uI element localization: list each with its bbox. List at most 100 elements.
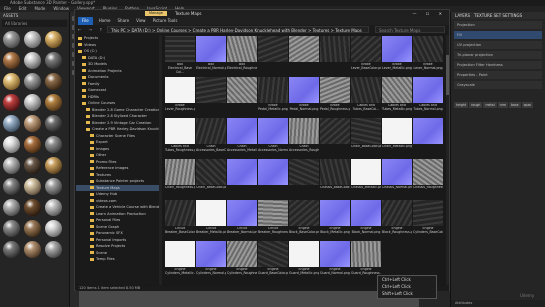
- material-preview-icon[interactable]: [45, 220, 62, 237]
- file-tile[interactable]: [227, 159, 257, 197]
- file-tile[interactable]: Engine Guard_Metallic.png: [289, 241, 319, 279]
- assets-filter[interactable]: All libraries: [2, 20, 67, 27]
- file-tile[interactable]: Chain Accessories_Metallic.png: [227, 118, 257, 156]
- file-tile[interactable]: Chain Accessories_Roughness.png: [289, 118, 319, 156]
- menu-item[interactable]: Window: [53, 6, 69, 11]
- channel-chip[interactable]: metal: [483, 102, 497, 108]
- file-tile[interactable]: Box Electrical_Normal.png: [196, 36, 226, 74]
- file-tile[interactable]: Circuit Breaker_Normal.png: [227, 200, 257, 238]
- file-tile[interactable]: Engine Block_Roughness.png: [382, 200, 412, 238]
- window-controls[interactable]: — ☐ ✕: [413, 10, 446, 17]
- material-preview-icon[interactable]: [24, 52, 41, 69]
- file-tile[interactable]: Brake Pedal_Normal.png: [289, 77, 319, 115]
- channel-chip[interactable]: height: [454, 102, 469, 108]
- file-tile[interactable]: Chassis_Roughness.png: [413, 159, 443, 197]
- file-tile[interactable]: Circuit Breaker_Roughness.png: [258, 200, 288, 238]
- property-row[interactable]: Grayscale: [454, 81, 542, 89]
- file-tile[interactable]: Engine Guard_BaseColor.png: [258, 241, 288, 279]
- property-row[interactable]: Projection Filter Hardness: [454, 61, 542, 69]
- property-row[interactable]: Projection: [454, 21, 542, 29]
- ribbon-tab[interactable]: View: [136, 18, 146, 23]
- file-tile[interactable]: Chassis_Metallic.png: [351, 159, 381, 197]
- file-tile[interactable]: Engine Cylinders_Normal.png: [196, 241, 226, 279]
- material-preview-icon[interactable]: [45, 31, 62, 48]
- material-preview-icon[interactable]: [3, 94, 20, 111]
- grid-scrollbar[interactable]: [446, 35, 449, 285]
- file-tile[interactable]: Engine Block_BaseColor.png: [289, 200, 319, 238]
- file-tile[interactable]: Brake Pedal_Roughness.png: [320, 77, 350, 115]
- file-tile[interactable]: Cables and Tubes_Roughness.png: [165, 118, 195, 156]
- material-preview-icon[interactable]: [45, 136, 62, 153]
- property-row[interactable]: Fill: [454, 31, 542, 39]
- channel-chip[interactable]: opac: [521, 102, 534, 108]
- material-preview-icon[interactable]: [3, 178, 20, 195]
- channel-chip[interactable]: rough: [469, 102, 483, 108]
- material-preview-icon[interactable]: [45, 199, 62, 216]
- file-tile[interactable]: Chain_BaseColor.png: [196, 159, 226, 197]
- material-preview-icon[interactable]: [45, 115, 62, 132]
- material-preview-icon[interactable]: [24, 157, 41, 174]
- file-tile[interactable]: Engine Block_Metallic.png: [320, 200, 350, 238]
- property-row[interactable]: Tri-planar projection: [454, 51, 542, 59]
- material-preview-icon[interactable]: [45, 94, 62, 111]
- material-preview-icon[interactable]: [24, 94, 41, 111]
- material-preview-icon[interactable]: [24, 136, 41, 153]
- menu-item[interactable]: Mode: [34, 6, 45, 11]
- material-preview-icon[interactable]: [45, 73, 62, 90]
- material-preview-icon[interactable]: [45, 52, 62, 69]
- material-preview-icon[interactable]: [45, 178, 62, 195]
- material-preview-icon[interactable]: [3, 52, 20, 69]
- menu-item[interactable]: File: [4, 6, 11, 11]
- material-preview-icon[interactable]: [24, 73, 41, 90]
- file-tile[interactable]: Chassis_BaseColor.png: [320, 159, 350, 197]
- file-tile[interactable]: Chassis_Normal.png: [382, 159, 412, 197]
- file-tile[interactable]: [320, 118, 350, 156]
- file-tile[interactable]: [289, 36, 319, 74]
- material-preview-icon[interactable]: [24, 31, 41, 48]
- ribbon-tab[interactable]: Picture Tools: [153, 18, 178, 23]
- file-tile[interactable]: Box Electrical_Roughne...: [227, 36, 257, 74]
- attributes-bar[interactable]: Attributes: [451, 300, 545, 307]
- file-tile[interactable]: [413, 118, 443, 156]
- file-tile[interactable]: Circuit Breaker_BaseColor.png: [165, 200, 195, 238]
- search-input[interactable]: Search Texture Maps: [375, 26, 445, 33]
- file-tile[interactable]: [196, 77, 226, 115]
- material-preview-icon[interactable]: [3, 115, 20, 132]
- file-tile[interactable]: Box Electrical_Base Col...: [165, 36, 195, 74]
- file-tile[interactable]: Engine Guard_Roughness.png: [351, 241, 381, 279]
- panel-tab[interactable]: LAYERS: [455, 13, 470, 18]
- material-preview-icon[interactable]: [24, 199, 41, 216]
- file-tile[interactable]: [258, 159, 288, 197]
- file-tile[interactable]: Engine Cylinders_Metallic.png: [165, 241, 195, 279]
- material-preview-icon[interactable]: [3, 157, 20, 174]
- file-tile[interactable]: Brake Lever_Roughness.png: [165, 77, 195, 115]
- material-preview-icon[interactable]: [24, 241, 41, 258]
- file-tile[interactable]: Brake Lever_Normal.png: [413, 36, 443, 74]
- material-preview-icon[interactable]: [24, 178, 41, 195]
- material-preview-icon[interactable]: [3, 73, 20, 90]
- ribbon-tab[interactable]: Home: [99, 18, 111, 23]
- path-field[interactable]: This PC > DATA (D:) > Online Courses > C…: [107, 26, 369, 33]
- file-tile[interactable]: Cables and Tubes_BaseCol...: [351, 77, 381, 115]
- material-preview-icon[interactable]: [24, 220, 41, 237]
- file-tile[interactable]: [227, 77, 257, 115]
- material-preview-icon[interactable]: [3, 220, 20, 237]
- material-preview-icon[interactable]: [3, 241, 20, 258]
- material-preview-icon[interactable]: [45, 241, 62, 258]
- file-tile[interactable]: Engine Block_Normal.png: [351, 200, 381, 238]
- property-row[interactable]: UV projection: [454, 41, 542, 49]
- file-tile[interactable]: Chain_Metallic.png: [382, 118, 412, 156]
- material-preview-icon[interactable]: [3, 31, 20, 48]
- file-tile[interactable]: Engine Guard_Normal.png: [320, 241, 350, 279]
- file-tile[interactable]: Brake Lever_BaseColor.png: [351, 36, 381, 74]
- file-tile[interactable]: Brake Lever_Metallic.png: [382, 36, 412, 74]
- file-tile[interactable]: Chain Accessories_BaseColor.png: [196, 118, 226, 156]
- file-tile[interactable]: [289, 159, 319, 197]
- file-tile[interactable]: Chain_BaseColor.png: [351, 118, 381, 156]
- ribbon-tab[interactable]: Share: [118, 18, 130, 23]
- property-row[interactable]: Properties - Paint: [454, 71, 542, 79]
- file-tab[interactable]: File: [78, 17, 93, 25]
- material-preview-icon[interactable]: [45, 157, 62, 174]
- material-preview-icon[interactable]: [3, 136, 20, 153]
- file-tile[interactable]: Chain Accessories_Normal.png: [258, 118, 288, 156]
